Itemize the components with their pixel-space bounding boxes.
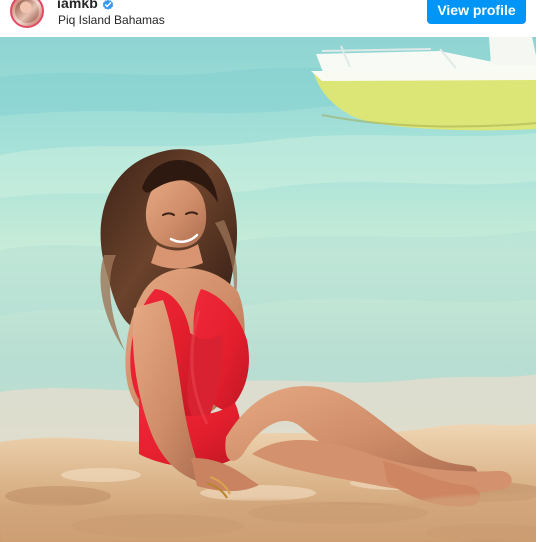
view-profile-button[interactable]: View profile [427, 0, 526, 24]
avatar-image [15, 0, 39, 23]
location-link[interactable]: Piq Island Bahamas [58, 12, 165, 28]
instagram-post-frame: iamkb Piq Island Bahamas View profile [0, 0, 538, 542]
verified-badge-icon [102, 0, 114, 10]
username-row: iamkb [57, 0, 114, 12]
username-link[interactable]: iamkb [57, 0, 98, 12]
post-photo[interactable] [0, 37, 538, 542]
profile-avatar[interactable] [10, 0, 44, 28]
post-header: iamkb Piq Island Bahamas View profile [0, 0, 538, 37]
